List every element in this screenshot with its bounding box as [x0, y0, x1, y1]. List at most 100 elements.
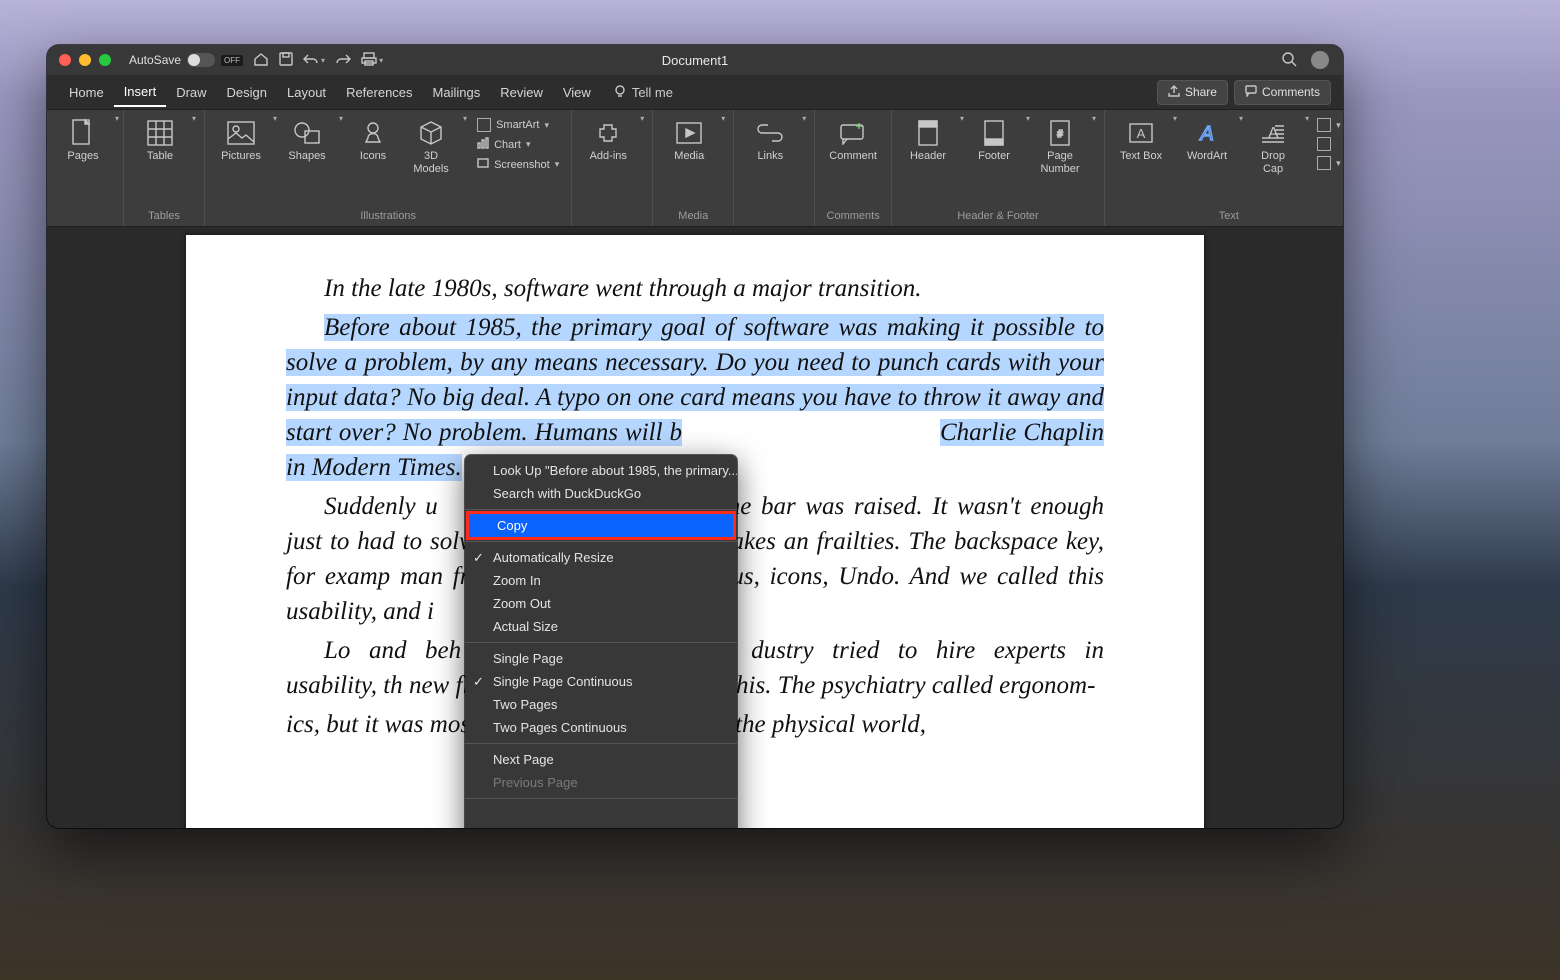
- links-dropdown[interactable]: ▾: [802, 114, 806, 123]
- media-dropdown[interactable]: ▾: [721, 114, 725, 123]
- pictures-dropdown[interactable]: ▾: [273, 114, 277, 123]
- pictures-icon: [226, 118, 256, 148]
- tab-mailings[interactable]: Mailings: [423, 79, 491, 106]
- undo-icon[interactable]: [303, 52, 319, 69]
- wordart-button[interactable]: A WordArt: [1179, 114, 1235, 167]
- ctx-zoom-in[interactable]: Zoom In: [465, 569, 737, 592]
- table-icon: [145, 118, 175, 148]
- window-controls: [47, 54, 111, 66]
- shapes-button[interactable]: Shapes: [279, 114, 335, 167]
- comment-button[interactable]: Comment: [823, 114, 883, 167]
- app-window: AutoSave OFF ▾ ▾ Document1 Home Insert D…: [47, 45, 1343, 828]
- new-comment-icon: [838, 118, 868, 148]
- ctx-two-pages-continuous[interactable]: Two Pages Continuous: [465, 716, 737, 739]
- media-button[interactable]: Media: [661, 114, 717, 167]
- ctx-separator: [465, 743, 737, 744]
- comments-button[interactable]: Comments: [1234, 80, 1331, 105]
- signature-line-button[interactable]: ▾: [1313, 116, 1343, 134]
- footer-icon: [979, 118, 1009, 148]
- addins-icon: [593, 118, 623, 148]
- ctx-search[interactable]: Search with DuckDuckGo: [465, 482, 737, 505]
- autosave-toggle[interactable]: [187, 53, 215, 67]
- links-button[interactable]: Links: [742, 114, 798, 167]
- smartart-button[interactable]: SmartArt▾: [473, 116, 563, 134]
- search-icon[interactable]: [1281, 51, 1297, 70]
- header-button[interactable]: Header: [900, 114, 956, 167]
- tab-design[interactable]: Design: [217, 79, 277, 106]
- chart-button[interactable]: Chart▾: [473, 135, 563, 154]
- ctx-take-photo[interactable]: Take Photo: [465, 825, 737, 828]
- autosave-control[interactable]: AutoSave OFF: [129, 53, 243, 67]
- icons-button[interactable]: Icons: [345, 114, 401, 167]
- addins-dropdown[interactable]: ▾: [640, 114, 644, 123]
- ctx-auto-resize[interactable]: ✓Automatically Resize: [465, 546, 737, 569]
- 3d-models-dropdown[interactable]: ▾: [463, 114, 467, 123]
- cube-icon: [416, 118, 446, 148]
- tab-draw[interactable]: Draw: [166, 79, 216, 106]
- footer-button[interactable]: Footer: [966, 114, 1022, 167]
- page-number-button[interactable]: # Page Number: [1032, 114, 1088, 179]
- close-window[interactable]: [59, 54, 71, 66]
- pages-button[interactable]: Pages: [55, 114, 111, 167]
- date-time-button[interactable]: [1313, 135, 1343, 153]
- table-dropdown[interactable]: ▾: [192, 114, 196, 123]
- link-icon: [755, 118, 785, 148]
- drop-cap-button[interactable]: A Drop Cap: [1245, 114, 1301, 179]
- table-button[interactable]: Table: [132, 114, 188, 167]
- user-avatar[interactable]: [1311, 51, 1329, 69]
- pictures-button[interactable]: Pictures: [213, 114, 269, 167]
- text-group-label: Text: [1113, 210, 1343, 224]
- ctx-separator: [465, 798, 737, 799]
- ctx-single-page[interactable]: Single Page: [465, 647, 737, 670]
- doc-fragment: psychiatry called ergonom-: [821, 672, 1095, 699]
- page-number-dropdown[interactable]: ▾: [1092, 114, 1096, 123]
- drop-cap-dropdown[interactable]: ▾: [1305, 114, 1309, 123]
- text-box-dropdown[interactable]: ▾: [1173, 114, 1177, 123]
- 3d-models-button[interactable]: 3D Models: [403, 114, 459, 179]
- wordart-dropdown[interactable]: ▾: [1239, 114, 1243, 123]
- tell-me[interactable]: Tell me: [613, 84, 673, 101]
- share-button[interactable]: Share: [1157, 80, 1228, 105]
- context-menu: Look Up "Before about 1985, the primary.…: [465, 455, 737, 828]
- tab-view[interactable]: View: [553, 79, 601, 106]
- ctx-next-page[interactable]: Next Page: [465, 748, 737, 771]
- shapes-dropdown[interactable]: ▾: [339, 114, 343, 123]
- ctx-actual-size[interactable]: Actual Size: [465, 615, 737, 638]
- tab-home[interactable]: Home: [59, 79, 114, 106]
- lightbulb-icon: [613, 84, 627, 101]
- tables-group-label: Tables: [132, 210, 196, 224]
- text-box-icon: A: [1126, 118, 1156, 148]
- titlebar: AutoSave OFF ▾ ▾ Document1: [47, 45, 1343, 75]
- minimize-window[interactable]: [79, 54, 91, 66]
- tab-references[interactable]: References: [336, 79, 422, 106]
- screenshot-button[interactable]: Screenshot▾: [473, 155, 563, 174]
- addins-button[interactable]: Add-ins: [580, 114, 636, 167]
- ctx-copy[interactable]: Copy: [469, 514, 733, 537]
- ctx-look-up[interactable]: Look Up "Before about 1985, the primary.…: [465, 459, 737, 482]
- object-button[interactable]: ▾: [1313, 154, 1343, 172]
- share-label: Share: [1185, 85, 1217, 99]
- ctx-two-pages[interactable]: Two Pages: [465, 693, 737, 716]
- doc-selected-period: .: [455, 454, 461, 481]
- ctx-single-page-continuous[interactable]: ✓Single Page Continuous: [465, 670, 737, 693]
- tab-review[interactable]: Review: [490, 79, 553, 106]
- tab-layout[interactable]: Layout: [277, 79, 336, 106]
- maximize-window[interactable]: [99, 54, 111, 66]
- header-dropdown[interactable]: ▾: [960, 114, 964, 123]
- object-icon: [1317, 156, 1331, 170]
- footer-dropdown[interactable]: ▾: [1026, 114, 1030, 123]
- comment-icon: [1245, 85, 1257, 100]
- shapes-icon: [292, 118, 322, 148]
- text-box-button[interactable]: A Text Box: [1113, 114, 1169, 167]
- undo-dropdown[interactable]: ▾: [321, 56, 325, 65]
- save-icon[interactable]: [279, 52, 293, 69]
- tab-insert[interactable]: Insert: [114, 78, 167, 107]
- ctx-zoom-out[interactable]: Zoom Out: [465, 592, 737, 615]
- quick-access-dropdown[interactable]: ▾: [379, 56, 383, 65]
- print-icon[interactable]: [361, 52, 377, 69]
- svg-text:#: #: [1057, 129, 1063, 140]
- home-icon[interactable]: [253, 51, 269, 70]
- ctx-separator: [465, 642, 737, 643]
- redo-icon[interactable]: [335, 52, 351, 69]
- pages-dropdown[interactable]: ▾: [115, 114, 119, 123]
